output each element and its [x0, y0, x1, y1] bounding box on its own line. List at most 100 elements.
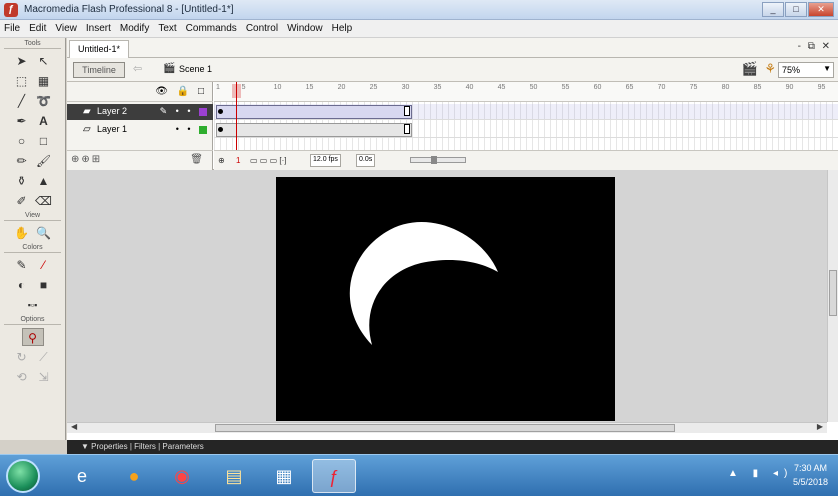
straighten-option-icon[interactable]: ⟋	[33, 348, 55, 366]
rectangle-tool-icon[interactable]: □	[33, 132, 55, 150]
text-tool-icon[interactable]: A	[33, 112, 55, 130]
scroll-left-arrow-icon[interactable]: ◀	[71, 422, 77, 431]
scroll-right-arrow-icon[interactable]: ▶	[817, 422, 823, 431]
minimize-button[interactable]: _	[762, 2, 784, 17]
eyedropper-tool-icon[interactable]: ✐	[11, 192, 33, 210]
subselection-tool-icon[interactable]: ↖	[33, 52, 55, 70]
snap-to-objects-icon[interactable]: ⚲	[21, 328, 44, 346]
properties-panel-bar[interactable]: ▼ Properties | Filters | Parameters	[67, 440, 838, 454]
menu-help[interactable]: Help	[332, 23, 353, 34]
close-button[interactable]: ✕	[808, 2, 834, 17]
timeline-toggle-button[interactable]: Timeline	[73, 62, 125, 78]
maximize-button[interactable]: □	[785, 2, 807, 17]
layer-controls[interactable]: ✎ • •	[160, 106, 207, 117]
frame-row[interactable]	[214, 104, 838, 120]
zoom-select[interactable]: 75% ▼	[778, 62, 834, 78]
pencil-tool-icon[interactable]: ✏	[11, 152, 33, 170]
back-arrow-icon[interactable]: ⇦	[133, 62, 142, 75]
insert-layer-icons[interactable]: ⊕⊕⊞	[71, 154, 102, 165]
menu-file[interactable]: File	[4, 23, 20, 34]
clock[interactable]: 7:30 AM 5/5/2018	[793, 461, 828, 489]
vertical-scrollbar[interactable]	[827, 170, 838, 422]
menu-text[interactable]: Text	[158, 23, 176, 34]
menu-modify[interactable]: Modify	[120, 23, 149, 34]
end-frame[interactable]	[404, 106, 410, 116]
color-swatch-options-icon[interactable]: ▪▫▪	[22, 296, 44, 314]
horizontal-scrollbar[interactable]: ◀ ▶	[67, 422, 827, 433]
brush-tool-icon[interactable]: 🖌	[33, 152, 55, 170]
stroke-color-icon[interactable]: ✎	[11, 256, 33, 274]
stage[interactable]	[276, 177, 615, 421]
edit-scene-icon[interactable]: 🎬	[742, 61, 758, 77]
tray-icons[interactable]: ▲ ▮ ◂)	[728, 468, 793, 479]
document-tab-bar: Untitled-1* - ⧉ ✕	[67, 38, 838, 58]
clock-date: 5/5/2018	[792, 477, 828, 487]
timeline-status-bar: ⊕ 1 ▭ ▭ ▭ [·] 12.0 fps 0.0s	[214, 150, 838, 170]
line-tool-icon[interactable]: ╱	[11, 92, 33, 110]
horizontal-scroll-thumb[interactable]	[215, 424, 675, 432]
hand-tool-icon[interactable]: ✋	[11, 224, 33, 242]
chrome-icon[interactable]: ◉	[160, 459, 204, 493]
layer-row[interactable]: ▰ Layer 2 ✎ • •	[67, 104, 213, 120]
slider-thumb[interactable]	[431, 156, 437, 164]
rotate-option-icon[interactable]: ⟲	[11, 368, 33, 386]
free-transform-tool-icon[interactable]: ⬚	[11, 72, 33, 90]
vertical-scroll-thumb[interactable]	[829, 270, 837, 316]
gradient-transform-tool-icon[interactable]: ▦	[33, 72, 55, 90]
menu-window[interactable]: Window	[287, 23, 323, 34]
frame-span[interactable]	[216, 105, 412, 119]
internet-explorer-icon[interactable]: e	[60, 459, 104, 493]
media-player-icon[interactable]: ●	[112, 459, 156, 493]
clock-time: 7:30 AM	[793, 463, 827, 473]
ink-bottle-tool-icon[interactable]: ⚱	[11, 172, 33, 190]
end-frame[interactable]	[404, 124, 410, 134]
onion-skin-icons[interactable]: ▭ ▭ ▭ [·]	[250, 156, 286, 165]
file-explorer-icon[interactable]: ▤	[212, 459, 256, 493]
flash-taskbar-icon[interactable]: ƒ	[312, 459, 356, 493]
menu-insert[interactable]: Insert	[86, 23, 111, 34]
keyframe[interactable]	[218, 127, 223, 132]
ruler-tick: 50	[529, 84, 538, 91]
black-white-icon[interactable]: ◐	[11, 276, 33, 294]
oval-tool-icon[interactable]: ○	[11, 132, 33, 150]
document-window: Untitled-1* - ⧉ ✕ Timeline ⇦ 🎬 Scene 1 🎬…	[67, 38, 838, 440]
menu-commands[interactable]: Commands	[186, 23, 237, 34]
swap-colors-icon[interactable]: ■	[33, 276, 55, 294]
fill-color-icon[interactable]: ⁄	[33, 256, 55, 274]
frame-grid[interactable]	[214, 102, 838, 150]
zoom-tool-icon[interactable]: 🔍	[33, 224, 55, 242]
paint-bucket-tool-icon[interactable]: ▲	[33, 172, 55, 190]
layer-row[interactable]: ▱ Layer 1 • •	[67, 122, 213, 138]
menu-view[interactable]: View	[55, 23, 77, 34]
frame-ruler[interactable]: 1 5 10 15 20 25 30 35 40 45 50 55 60 65 70 75 80 85 90 95	[214, 82, 838, 102]
view-section-label: View	[4, 212, 61, 221]
layer-icon: ▰	[83, 106, 91, 117]
edit-symbols-icon[interactable]: ⚘	[764, 61, 776, 77]
timeline-scroll-slider[interactable]	[410, 156, 466, 164]
ruler-tick: 95	[817, 84, 826, 91]
frame-row[interactable]	[214, 122, 838, 138]
scale-option-icon[interactable]: ⇲	[33, 368, 55, 386]
keyframe[interactable]	[218, 109, 223, 114]
menu-control[interactable]: Control	[246, 23, 278, 34]
smooth-option-icon[interactable]: ↻	[11, 348, 33, 366]
document-window-controls[interactable]: - ⧉ ✕	[798, 41, 832, 52]
layer-controls[interactable]: • •	[176, 124, 207, 134]
document-tab[interactable]: Untitled-1*	[69, 40, 130, 58]
eraser-tool-icon[interactable]: ⌫	[33, 192, 55, 210]
layer-header-icons[interactable]: 👁 🔒 □	[155, 86, 207, 97]
selection-tool-icon[interactable]: ➤	[11, 52, 33, 70]
layer-header: 👁 🔒 □	[67, 82, 213, 102]
calculator-icon[interactable]: ▦	[262, 459, 306, 493]
menu-edit[interactable]: Edit	[29, 23, 46, 34]
frame-rate: 12.0 fps	[310, 154, 341, 167]
center-frame-icon[interactable]: ⊕	[218, 156, 225, 165]
frame-span[interactable]	[216, 123, 412, 137]
delete-layer-icon[interactable]: 🗑	[190, 154, 203, 165]
pen-tool-icon[interactable]: ✒	[11, 112, 33, 130]
timeline-panel: 👁 🔒 □ ▰ Layer 2 ✎ • • ▱ Layer 1 • • ⊕⊕⊞ …	[67, 82, 838, 170]
scene-breadcrumb[interactable]: 🎬 Scene 1	[163, 63, 212, 74]
start-button[interactable]	[6, 459, 40, 493]
crescent-moon-shape[interactable]	[276, 177, 615, 421]
lasso-tool-icon[interactable]: ➰	[33, 92, 55, 110]
